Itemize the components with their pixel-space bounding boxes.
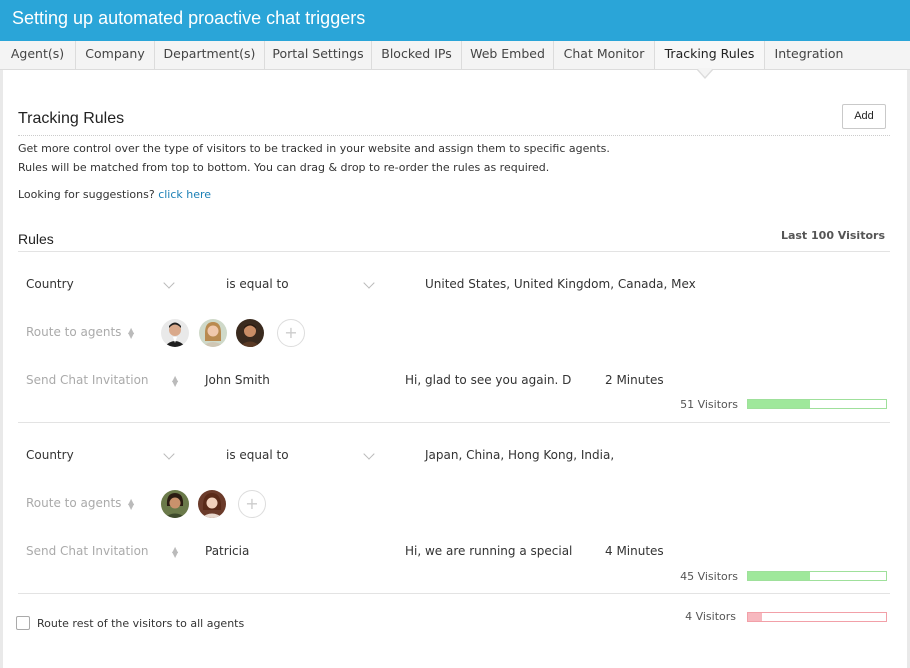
add-rule-button[interactable]: Add [842, 104, 886, 129]
rules-divider [18, 251, 890, 252]
updown-icon[interactable]: ▲ ▼ [172, 375, 178, 388]
route-rest-label: Route rest of the visitors to all agents [37, 617, 245, 630]
route-to-agents-label: Route to agents [26, 496, 122, 510]
visitor-share-bar [747, 571, 887, 581]
rules-label: Rules [18, 231, 54, 247]
condition-value[interactable]: United States, United Kingdom, Canada, M… [425, 277, 696, 291]
add-agent-button[interactable]: + [277, 319, 305, 347]
invite-agent[interactable]: Patricia [205, 544, 249, 558]
invite-delay[interactable]: 4 Minutes [605, 544, 664, 558]
condition-operator[interactable]: is equal to [226, 277, 289, 291]
suggestions-prefix: Looking for suggestions? [18, 188, 155, 201]
agent-avatar[interactable] [236, 319, 264, 347]
updown-icon[interactable]: ▲ ▼ [172, 546, 178, 559]
tab-blocked-ips[interactable]: Blocked IPs [372, 41, 462, 69]
condition-value[interactable]: Japan, China, Hong Kong, India, [425, 448, 614, 462]
invite-delay[interactable]: 2 Minutes [605, 373, 664, 387]
tab-company[interactable]: Company [76, 41, 155, 69]
visitor-share-bar [747, 399, 887, 409]
suggestions-link[interactable]: click here [158, 188, 211, 201]
tab-integration[interactable]: Integration [765, 41, 853, 69]
description-line-1: Get more control over the type of visito… [18, 142, 610, 155]
visitor-share-fill [748, 572, 811, 580]
tab-departments[interactable]: Department(s) [155, 41, 265, 69]
invite-label: Send Chat Invitation [26, 373, 149, 387]
agent-avatar[interactable] [198, 490, 226, 518]
rule-divider [18, 593, 890, 594]
agent-avatar[interactable] [161, 490, 189, 518]
tab-portal-settings[interactable]: Portal Settings [265, 41, 372, 69]
invite-label: Send Chat Invitation [26, 544, 149, 558]
visitor-count: 45 Visitors [680, 570, 738, 583]
rest-visitor-share-bar [747, 612, 887, 622]
tab-chat-monitor[interactable]: Chat Monitor [554, 41, 655, 69]
route-rest-checkbox[interactable] [16, 616, 30, 630]
suggestions-text: Looking for suggestions? click here [18, 188, 211, 201]
page-title: Tracking Rules [18, 110, 125, 127]
last-visitors-label: Last 100 Visitors [780, 229, 885, 242]
updown-icon[interactable]: ▲ ▼ [128, 327, 134, 340]
visitor-count: 51 Visitors [680, 398, 738, 411]
invite-agent[interactable]: John Smith [205, 373, 270, 387]
invite-message[interactable]: Hi, glad to see you again. Do [405, 373, 572, 387]
invite-message[interactable]: Hi, we are running a special [405, 544, 572, 558]
description-line-2: Rules will be matched from top to bottom… [18, 161, 550, 174]
heading-divider [18, 135, 890, 136]
title-bar: Setting up automated proactive chat trig… [0, 0, 910, 41]
rest-visitor-share-fill [748, 613, 762, 621]
visitor-share-fill [748, 400, 811, 408]
tab-web-embed[interactable]: Web Embed [462, 41, 554, 69]
tab-agents[interactable]: Agent(s) [0, 41, 76, 69]
route-to-agents-label: Route to agents [26, 325, 122, 339]
condition-field[interactable]: Country [26, 448, 74, 462]
rest-visitor-count: 4 Visitors [685, 610, 736, 623]
updown-icon[interactable]: ▲ ▼ [128, 498, 134, 511]
condition-field[interactable]: Country [26, 277, 74, 291]
rule-divider [18, 422, 890, 423]
condition-operator[interactable]: is equal to [226, 448, 289, 462]
active-tab-pointer [697, 68, 713, 77]
add-agent-button[interactable]: + [238, 490, 266, 518]
agent-avatar[interactable] [199, 319, 227, 347]
agent-avatar[interactable] [161, 319, 189, 347]
tab-bar: Agent(s) Company Department(s) Portal Se… [0, 41, 910, 70]
window-title: Setting up automated proactive chat trig… [12, 8, 366, 28]
tab-tracking-rules[interactable]: Tracking Rules [655, 41, 765, 69]
